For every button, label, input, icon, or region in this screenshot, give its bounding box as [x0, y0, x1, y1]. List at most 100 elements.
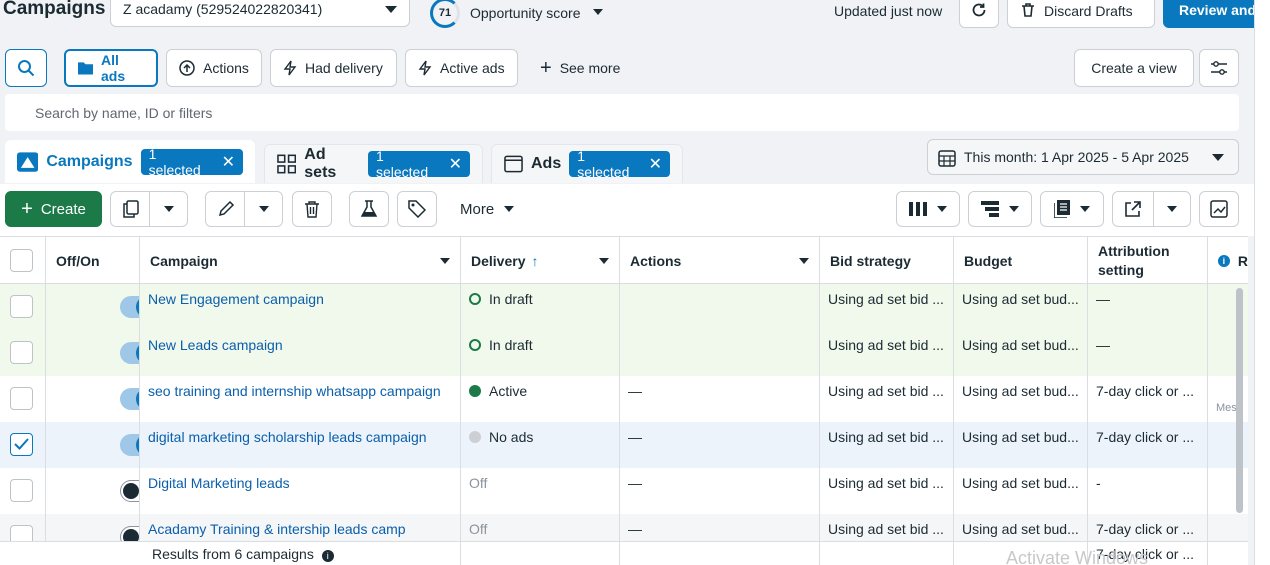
row-toggle-cell — [46, 468, 140, 514]
campaign-name-link[interactable]: New Leads campaign — [140, 330, 461, 376]
campaign-toggle[interactable] — [120, 296, 139, 318]
filter-bar: All ads Actions Had delivery Active ads … — [0, 42, 1254, 92]
duplicate-button-group[interactable] — [110, 191, 188, 227]
close-icon[interactable]: ✕ — [449, 154, 462, 174]
row-checkbox[interactable] — [10, 387, 33, 410]
export-button-group[interactable] — [1112, 191, 1191, 227]
chevron-down-icon[interactable] — [164, 206, 174, 212]
table-row[interactable]: Digital Marketing leads Off — Using ad s… — [0, 468, 1248, 514]
chart-icon — [1210, 200, 1228, 218]
header-attribution[interactable]: Attribution setting — [1088, 237, 1208, 284]
close-icon[interactable]: ✕ — [222, 152, 235, 172]
header-offon[interactable]: Off/On — [46, 237, 140, 284]
ads-selected-badge[interactable]: 1 selected ✕ — [569, 148, 670, 180]
grid-icon — [277, 154, 297, 174]
campaign-name-link[interactable]: New Engagement campaign — [140, 284, 461, 330]
adsets-selected-badge[interactable]: 1 selected ✕ — [367, 148, 470, 180]
header-attribution-line1: Attribution — [1098, 242, 1170, 259]
edit-button-group[interactable] — [205, 191, 283, 227]
tag-button[interactable] — [397, 191, 437, 227]
split-divider — [244, 192, 245, 226]
table-row[interactable]: seo training and internship whatsapp cam… — [0, 376, 1248, 422]
activate-windows-watermark: Activate Windows — [1006, 548, 1149, 565]
footer-actions-cell — [620, 542, 820, 565]
chevron-down-icon[interactable] — [599, 258, 609, 264]
delivery-status: In draft — [489, 337, 533, 353]
table-row[interactable]: digital marketing scholarship leads camp… — [0, 422, 1248, 468]
chevron-down-icon[interactable] — [440, 258, 450, 264]
more-label: More — [460, 200, 495, 218]
vertical-scrollbar[interactable] — [1236, 288, 1243, 513]
info-icon[interactable]: i — [321, 550, 334, 562]
budget-cell: Using ad set bud... — [954, 376, 1088, 422]
delivery-status: In draft — [489, 291, 533, 307]
reports-button[interactable] — [1040, 191, 1104, 227]
duplicate-icon[interactable] — [122, 200, 140, 218]
draft-status-icon — [469, 293, 481, 305]
chevron-down-icon[interactable] — [799, 258, 809, 264]
budget-cell: Using ad set bud... — [954, 330, 1088, 376]
header-bid-strategy[interactable]: Bid strategy — [820, 237, 954, 284]
account-selector[interactable]: Z acadamy (529524022820341) — [110, 0, 410, 27]
opportunity-score-label[interactable]: Opportunity score — [470, 5, 581, 21]
close-icon[interactable]: ✕ — [649, 154, 662, 174]
campaign-toggle[interactable] — [120, 480, 139, 502]
refresh-button[interactable] — [959, 0, 999, 28]
campaigns-selected-badge[interactable]: 1 selected ✕ — [140, 146, 243, 178]
row-toggle-cell — [46, 376, 140, 422]
campaign-name-link[interactable]: Digital Marketing leads — [140, 468, 461, 514]
campaign-toggle[interactable] — [120, 388, 139, 410]
delete-button[interactable] — [292, 191, 332, 227]
active-ads-filter[interactable]: Active ads — [405, 49, 518, 87]
row-checkbox[interactable] — [10, 295, 33, 318]
chevron-down-icon[interactable] — [593, 9, 603, 15]
tab-adsets[interactable]: Ad sets 1 selected ✕ — [264, 144, 483, 183]
header-campaign[interactable]: Campaign — [140, 237, 461, 284]
all-ads-filter[interactable]: All ads — [64, 49, 158, 87]
ab-test-button[interactable] — [349, 191, 389, 227]
plus-icon: + — [21, 197, 33, 220]
breakdown-button[interactable] — [968, 191, 1032, 227]
attribution-cell: - — [1088, 468, 1208, 514]
actions-filter[interactable]: Actions — [166, 49, 262, 87]
delivery-cell: Active — [461, 376, 620, 422]
see-more-filters[interactable]: + See more — [528, 49, 632, 87]
row-checkbox[interactable] — [10, 433, 33, 456]
chevron-down-icon — [1212, 154, 1224, 161]
row-checkbox[interactable] — [10, 341, 33, 364]
campaign-toggle[interactable] — [120, 434, 139, 456]
tab-campaigns[interactable]: Campaigns 1 selected ✕ — [5, 140, 255, 183]
export-icon[interactable] — [1125, 201, 1141, 217]
table-row[interactable]: New Leads campaign In draft Using ad set… — [0, 330, 1248, 376]
columns-button[interactable] — [896, 191, 960, 227]
header-actions[interactable]: Actions — [620, 237, 820, 284]
attribution-cell: — — [1088, 284, 1208, 330]
had-delivery-filter[interactable]: Had delivery — [270, 49, 397, 87]
header-budget[interactable]: Budget — [954, 237, 1088, 284]
create-button[interactable]: + Create — [5, 191, 102, 227]
more-dropdown[interactable]: More — [450, 191, 524, 227]
table-row[interactable]: New Engagement campaign In draft Using a… — [0, 284, 1248, 330]
delivery-status: No ads — [489, 429, 534, 445]
campaign-name-link[interactable]: seo training and internship whatsapp cam… — [140, 376, 461, 422]
search-input[interactable]: Search by name, ID or filters — [5, 94, 1239, 131]
create-view-button[interactable]: Create a view — [1074, 49, 1194, 87]
pencil-icon[interactable] — [217, 200, 235, 218]
campaign-name-link[interactable]: digital marketing scholarship leads camp… — [140, 422, 461, 468]
row-checkbox[interactable] — [10, 479, 33, 502]
campaign-toggle[interactable] — [120, 342, 139, 364]
header-results[interactable]: i R — [1208, 237, 1248, 284]
search-toggle-button[interactable] — [5, 49, 47, 87]
date-range-picker[interactable]: This month: 1 Apr 2025 - 5 Apr 2025 — [927, 139, 1239, 175]
plus-icon: + — [540, 56, 552, 79]
chevron-down-icon[interactable] — [259, 206, 269, 212]
opportunity-score-ring[interactable]: 71 — [430, 0, 460, 28]
select-all-checkbox[interactable] — [10, 249, 33, 272]
ad-window-icon — [504, 155, 523, 173]
charts-button[interactable] — [1199, 191, 1239, 227]
filter-settings-button[interactable] — [1199, 49, 1239, 87]
header-delivery[interactable]: Delivery ↑ — [461, 237, 620, 284]
chevron-down-icon[interactable] — [1167, 206, 1177, 212]
discard-drafts-button[interactable]: Discard Drafts — [1007, 0, 1155, 28]
tab-ads[interactable]: Ads 1 selected ✕ — [491, 144, 683, 183]
